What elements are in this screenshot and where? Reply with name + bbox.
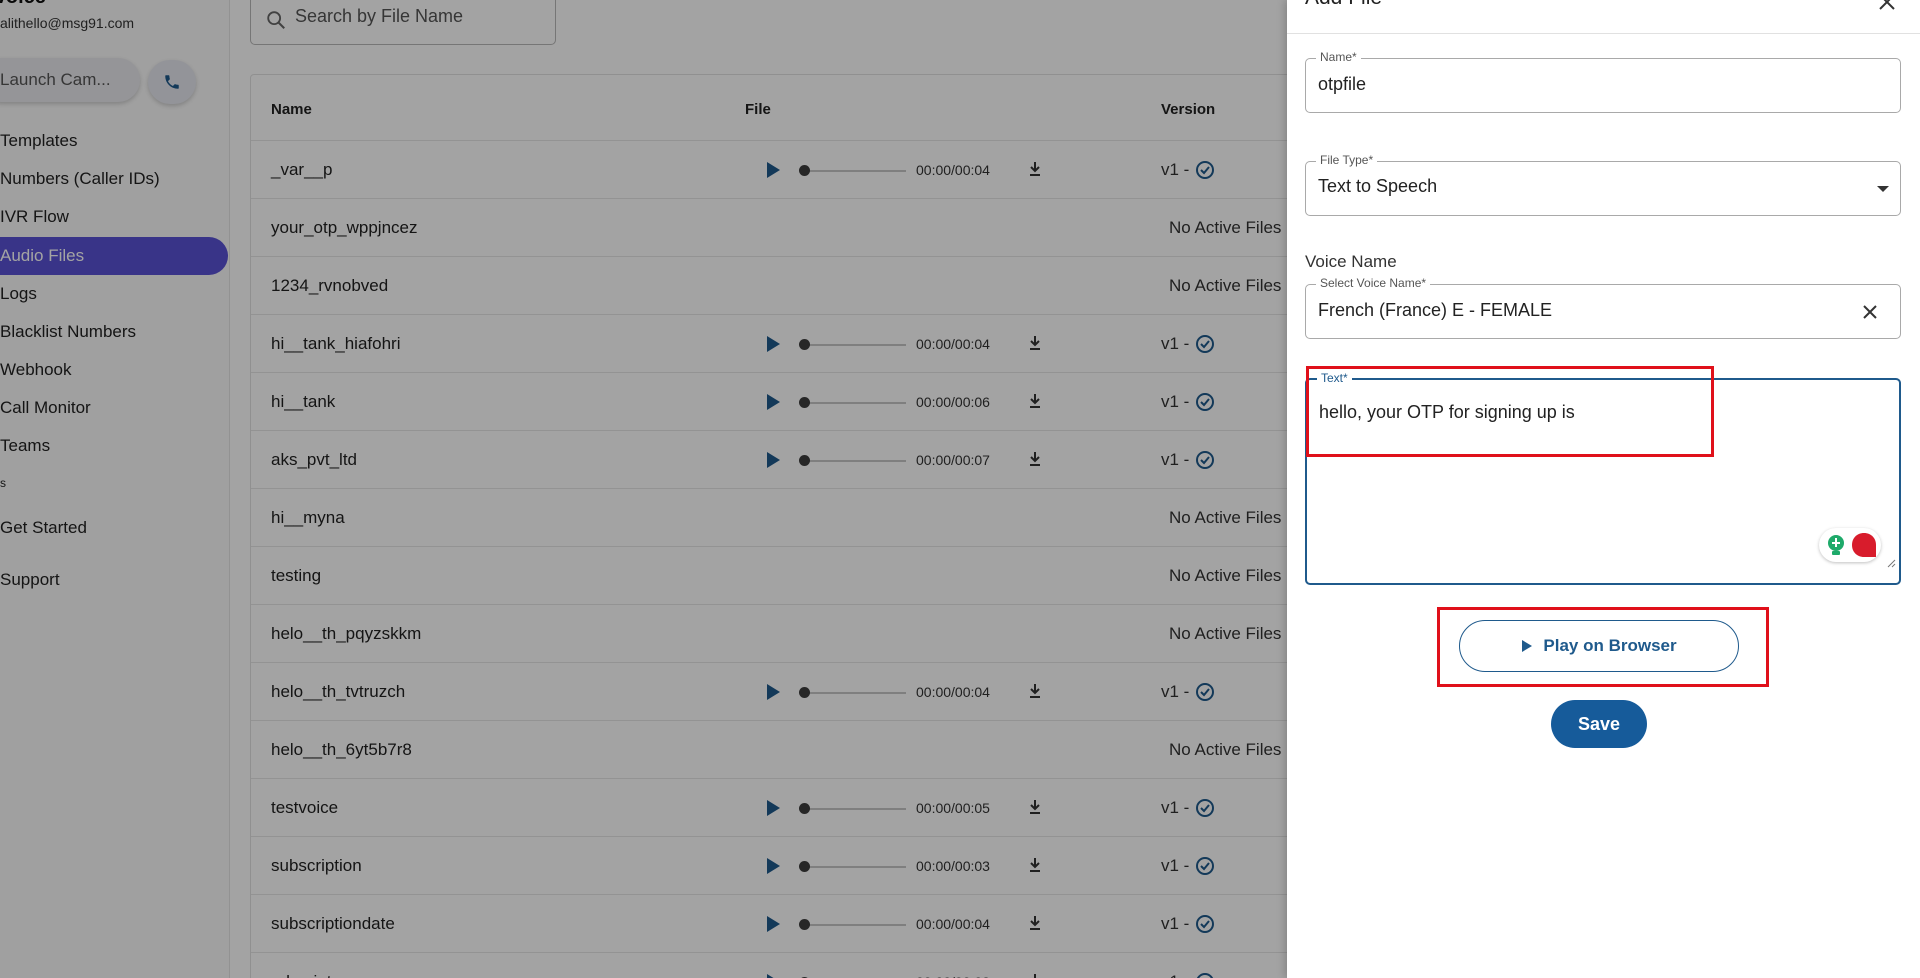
close-icon[interactable] [1875, 0, 1899, 14]
name-field-value: otpfile [1318, 74, 1367, 94]
file-type-select[interactable]: File Type* Text to Speech [1305, 153, 1901, 216]
resize-handle-icon[interactable] [1886, 558, 1896, 568]
text-field-label: Text* [1317, 371, 1352, 385]
file-type-label: File Type* [1316, 153, 1378, 167]
app-background: Voice alithello@msg91.com Launch Cam... … [0, 0, 1287, 978]
drawer-title: Add File [1305, 0, 1382, 10]
modal-backdrop[interactable] [0, 0, 1287, 978]
clear-icon[interactable] [1862, 304, 1878, 320]
save-button[interactable]: Save [1551, 700, 1647, 748]
grammar-icon[interactable] [1851, 532, 1877, 558]
bulb-icon[interactable] [1825, 533, 1847, 557]
dropdown-arrow-icon[interactable] [1876, 184, 1890, 194]
voice-name-heading: Voice Name [1305, 252, 1397, 271]
name-field-label: Name* [1316, 50, 1361, 64]
drawer-divider [1287, 33, 1920, 34]
play-on-browser-button[interactable]: Play on Browser [1459, 620, 1739, 672]
name-field[interactable]: Name* otpfile [1305, 50, 1901, 113]
voice-name-label: Select Voice Name* [1316, 276, 1431, 290]
play-arrow-icon [1522, 640, 1533, 652]
text-field-value: hello, your OTP for signing up is [1319, 402, 1575, 422]
play-on-browser-label: Play on Browser [1543, 636, 1677, 655]
voice-name-select[interactable]: Select Voice Name* French (France) E - F… [1305, 276, 1901, 339]
extension-icons [1819, 528, 1881, 562]
voice-name-value: French (France) E - FEMALE [1318, 300, 1553, 320]
text-field[interactable]: Text* hello, your OTP for signing up is [1305, 371, 1901, 585]
add-file-drawer: Add File Name* otpfile File Type* Text t… [1287, 0, 1920, 978]
file-type-value: Text to Speech [1318, 176, 1438, 196]
